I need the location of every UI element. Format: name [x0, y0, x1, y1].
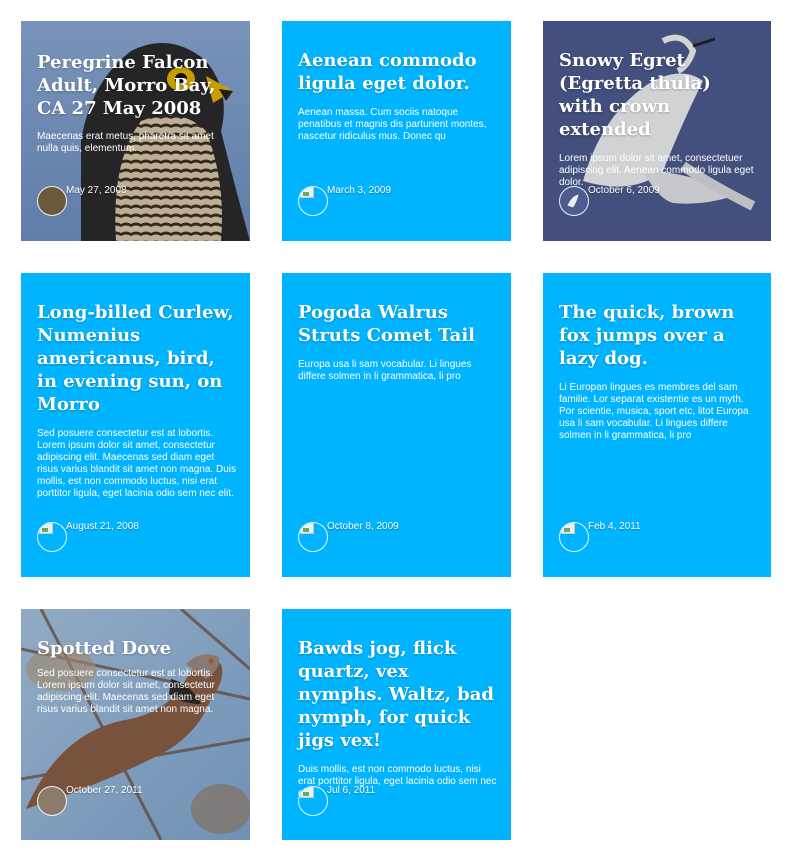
- post-title[interactable]: Long-billed Curlew, Numenius americanus,…: [37, 301, 236, 416]
- broken-image-icon: [300, 523, 314, 534]
- post-date: October 6, 2009: [588, 185, 660, 196]
- post-date: October 27, 2011: [66, 785, 143, 796]
- post-title[interactable]: Snowy Egret (Egretta thula) with crown e…: [559, 49, 757, 141]
- author-avatar[interactable]: [37, 786, 67, 816]
- post-date: March 3, 2009: [327, 185, 391, 196]
- post-card-aenean-commodo[interactable]: Aenean commodo ligula eget dolor. Aenean…: [282, 21, 511, 241]
- post-card-spotted-dove[interactable]: Spotted Dove Sed posuere consectetur est…: [21, 609, 250, 840]
- post-excerpt: Europa usa li sam vocabular. Li lingues …: [298, 359, 472, 382]
- post-date: May 27, 2008: [66, 185, 127, 196]
- post-date: August 21, 2008: [66, 521, 139, 532]
- post-date: Feb 4, 2011: [588, 521, 641, 532]
- post-excerpt: Sed posuere consectetur est at lobortis.…: [37, 428, 236, 499]
- author-avatar[interactable]: [298, 786, 328, 816]
- broken-image-icon: [561, 523, 575, 534]
- post-card-snowy-egret[interactable]: Snowy Egret (Egretta thula) with crown e…: [543, 21, 771, 241]
- post-excerpt: Aenean massa. Cum sociis natoque penatib…: [298, 107, 487, 142]
- author-avatar[interactable]: [298, 186, 328, 216]
- post-excerpt: Lorem ipsum dolor sit amet, consectetuer…: [559, 153, 754, 188]
- author-avatar[interactable]: [37, 186, 67, 216]
- post-card-quick-brown-fox[interactable]: The quick, brown fox jumps over a lazy d…: [543, 273, 771, 577]
- post-card-bawds-jog[interactable]: Bawds jog, flick quartz, vex nymphs. Wal…: [282, 609, 511, 840]
- post-title[interactable]: Bawds jog, flick quartz, vex nymphs. Wal…: [298, 637, 497, 752]
- broken-image-icon: [300, 787, 314, 798]
- post-title[interactable]: Peregrine Falcon Adult, Morro Bay, CA 27…: [37, 51, 236, 120]
- author-avatar[interactable]: [37, 522, 67, 552]
- author-avatar[interactable]: [559, 522, 589, 552]
- post-date: October 8, 2009: [327, 521, 399, 532]
- author-avatar[interactable]: [559, 186, 589, 216]
- post-date: Jul 6, 2011: [327, 785, 376, 796]
- post-title[interactable]: Spotted Dove: [37, 637, 236, 660]
- post-card-pogoda-walrus[interactable]: Pogoda Walrus Struts Comet Tail Europa u…: [282, 273, 511, 577]
- post-card-peregrine-falcon[interactable]: Peregrine Falcon Adult, Morro Bay, CA 27…: [21, 21, 250, 241]
- broken-image-icon: [300, 187, 314, 198]
- post-excerpt: Li Europan lingues es membres del sam fa…: [559, 382, 749, 441]
- broken-image-icon: [39, 523, 53, 534]
- author-avatar[interactable]: [298, 522, 328, 552]
- post-title[interactable]: Pogoda Walrus Struts Comet Tail: [298, 301, 497, 347]
- post-title[interactable]: The quick, brown fox jumps over a lazy d…: [559, 301, 757, 370]
- post-card-long-billed-curlew[interactable]: Long-billed Curlew, Numenius americanus,…: [21, 273, 250, 577]
- post-title[interactable]: Aenean commodo ligula eget dolor.: [298, 49, 497, 95]
- post-excerpt: Sed posuere consectetur est at lobortis.…: [37, 668, 215, 715]
- post-excerpt: Maecenas erat metus, pharetra sit amet n…: [37, 131, 214, 154]
